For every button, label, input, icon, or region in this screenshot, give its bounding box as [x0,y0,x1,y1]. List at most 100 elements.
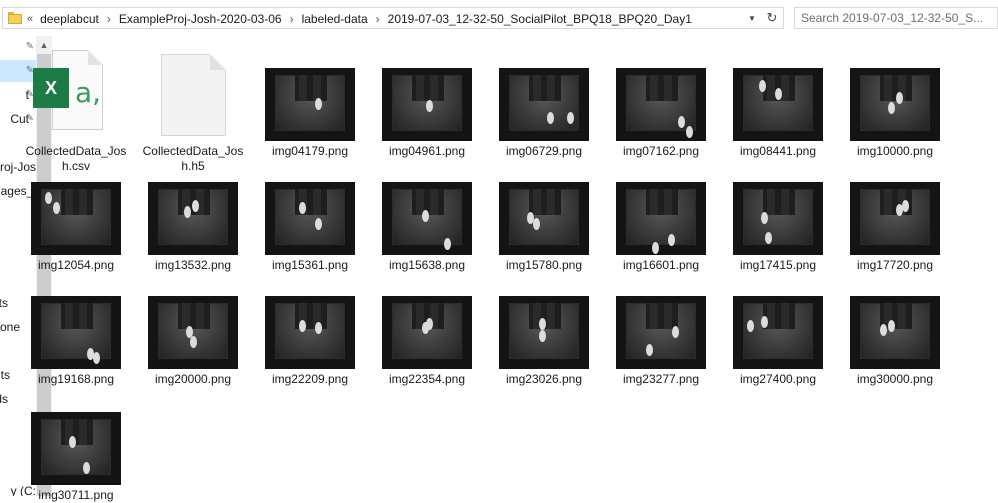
search-box[interactable] [794,7,998,29]
file-item[interactable]: img08441.png [723,40,833,158]
mouse-blob [888,102,895,114]
mouse-blob [567,112,574,124]
image-thumbnail [850,296,940,369]
mouse-blob [747,320,754,332]
mouse-blob [444,238,451,250]
image-thumbnail [382,68,472,141]
search-input[interactable] [801,11,987,25]
mouse-blob [315,218,322,230]
image-thumbnail [616,182,706,255]
image-thumbnail [31,182,121,255]
file-item[interactable]: Xa, CollectedData_Josh.csv [21,40,131,173]
breadcrumb-labeled-data[interactable]: labeled-data [302,12,368,26]
file-name: img27400.png [739,372,817,386]
image-thumbnail [616,68,706,141]
file-name: img23277.png [622,372,700,386]
chevron-down-icon[interactable]: ▼ [744,11,760,25]
mouse-blob [299,320,306,332]
image-thumbnail [499,296,589,369]
mouse-blob [759,80,766,92]
image-thumbnail [31,412,121,485]
mouse-blob [422,322,429,334]
file-item[interactable]: img22209.png [255,268,365,386]
file-name: img30000.png [856,372,934,386]
mouse-blob [896,92,903,104]
file-item[interactable]: img15638.png [372,154,482,272]
file-item[interactable]: img30000.png [840,268,950,386]
mouse-blob [686,126,693,138]
image-thumbnail [733,182,823,255]
mouse-blob [902,200,909,212]
mouse-blob [539,318,546,330]
mouse-blob [315,98,322,110]
image-thumbnail [499,182,589,255]
file-grid: Xa, CollectedData_Josh.csv CollectedData_J… [26,36,998,502]
file-item[interactable]: img27400.png [723,268,833,386]
file-name: img22354.png [388,372,466,386]
file-item[interactable]: img19168.png [21,268,131,386]
mouse-blob [678,116,685,128]
file-item[interactable]: img30711.png [21,384,131,502]
breadcrumb-deeplabcut[interactable]: deeplabcut [40,12,99,26]
file-item[interactable]: img04961.png [372,40,482,158]
image-thumbnail [382,182,472,255]
image-thumbnail [733,68,823,141]
file-item[interactable]: img15780.png [489,154,599,272]
file-item[interactable]: img17415.png [723,154,833,272]
blank-file-icon [161,54,226,136]
mouse-blob [761,316,768,328]
mouse-blob [315,322,322,334]
mouse-blob [190,336,197,348]
file-item[interactable]: img23026.png [489,268,599,386]
file-item[interactable]: img23277.png [606,268,716,386]
file-item[interactable]: img13532.png [138,154,248,272]
breadcrumb-overflow[interactable]: « [27,13,33,25]
mouse-blob [533,218,540,230]
breadcrumb-current-folder[interactable]: 2019-07-03_12-32-50_SocialPilot_BPQ18_BP… [388,12,692,26]
file-item[interactable]: CollectedData_Josh.h5 [138,40,248,173]
image-thumbnail [733,296,823,369]
address-bar[interactable]: « deeplabcut › ExampleProj-Josh-2020-03-… [2,7,784,29]
refresh-icon[interactable]: ↻ [764,10,780,26]
image-thumbnail [265,68,355,141]
file-item[interactable]: img17720.png [840,154,950,272]
file-item[interactable]: img12054.png [21,154,131,272]
image-thumbnail [265,296,355,369]
mouse-blob [299,202,306,214]
file-item[interactable]: img07162.png [606,40,716,158]
mouse-blob [53,202,60,214]
mouse-blob [45,192,52,204]
mouse-blob [426,100,433,112]
mouse-blob [668,234,675,246]
image-thumbnail [616,296,706,369]
mouse-blob [888,320,895,332]
mouse-blob [646,344,653,356]
breadcrumb: « deeplabcut › ExampleProj-Josh-2020-03-… [27,11,692,27]
file-name: img23026.png [505,372,583,386]
mouse-blob [880,324,887,336]
mouse-blob [422,210,429,222]
file-item[interactable]: img15361.png [255,154,365,272]
file-item[interactable]: img10000.png [840,40,950,158]
mouse-blob [83,462,90,474]
image-thumbnail [850,68,940,141]
file-item[interactable]: img20000.png [138,268,248,386]
image-thumbnail [265,182,355,255]
image-thumbnail [499,68,589,141]
mouse-blob [539,330,546,342]
file-item[interactable]: img06729.png [489,40,599,158]
breadcrumb-project[interactable]: ExampleProj-Josh-2020-03-06 [119,12,282,26]
address-row: « deeplabcut › ExampleProj-Josh-2020-03-… [0,0,998,36]
mouse-blob [192,200,199,212]
file-item[interactable]: img22354.png [372,268,482,386]
image-thumbnail [31,296,121,369]
breadcrumb-separator-icon: › [289,12,294,26]
mouse-blob [547,112,554,124]
file-item[interactable]: img04179.png [255,40,365,158]
file-name: img20000.png [154,372,232,386]
file-item[interactable]: img16601.png [606,154,716,272]
mouse-blob [672,326,679,338]
excel-csv-icon: Xa, [33,50,107,134]
image-thumbnail [850,182,940,255]
file-name: img22209.png [271,372,349,386]
